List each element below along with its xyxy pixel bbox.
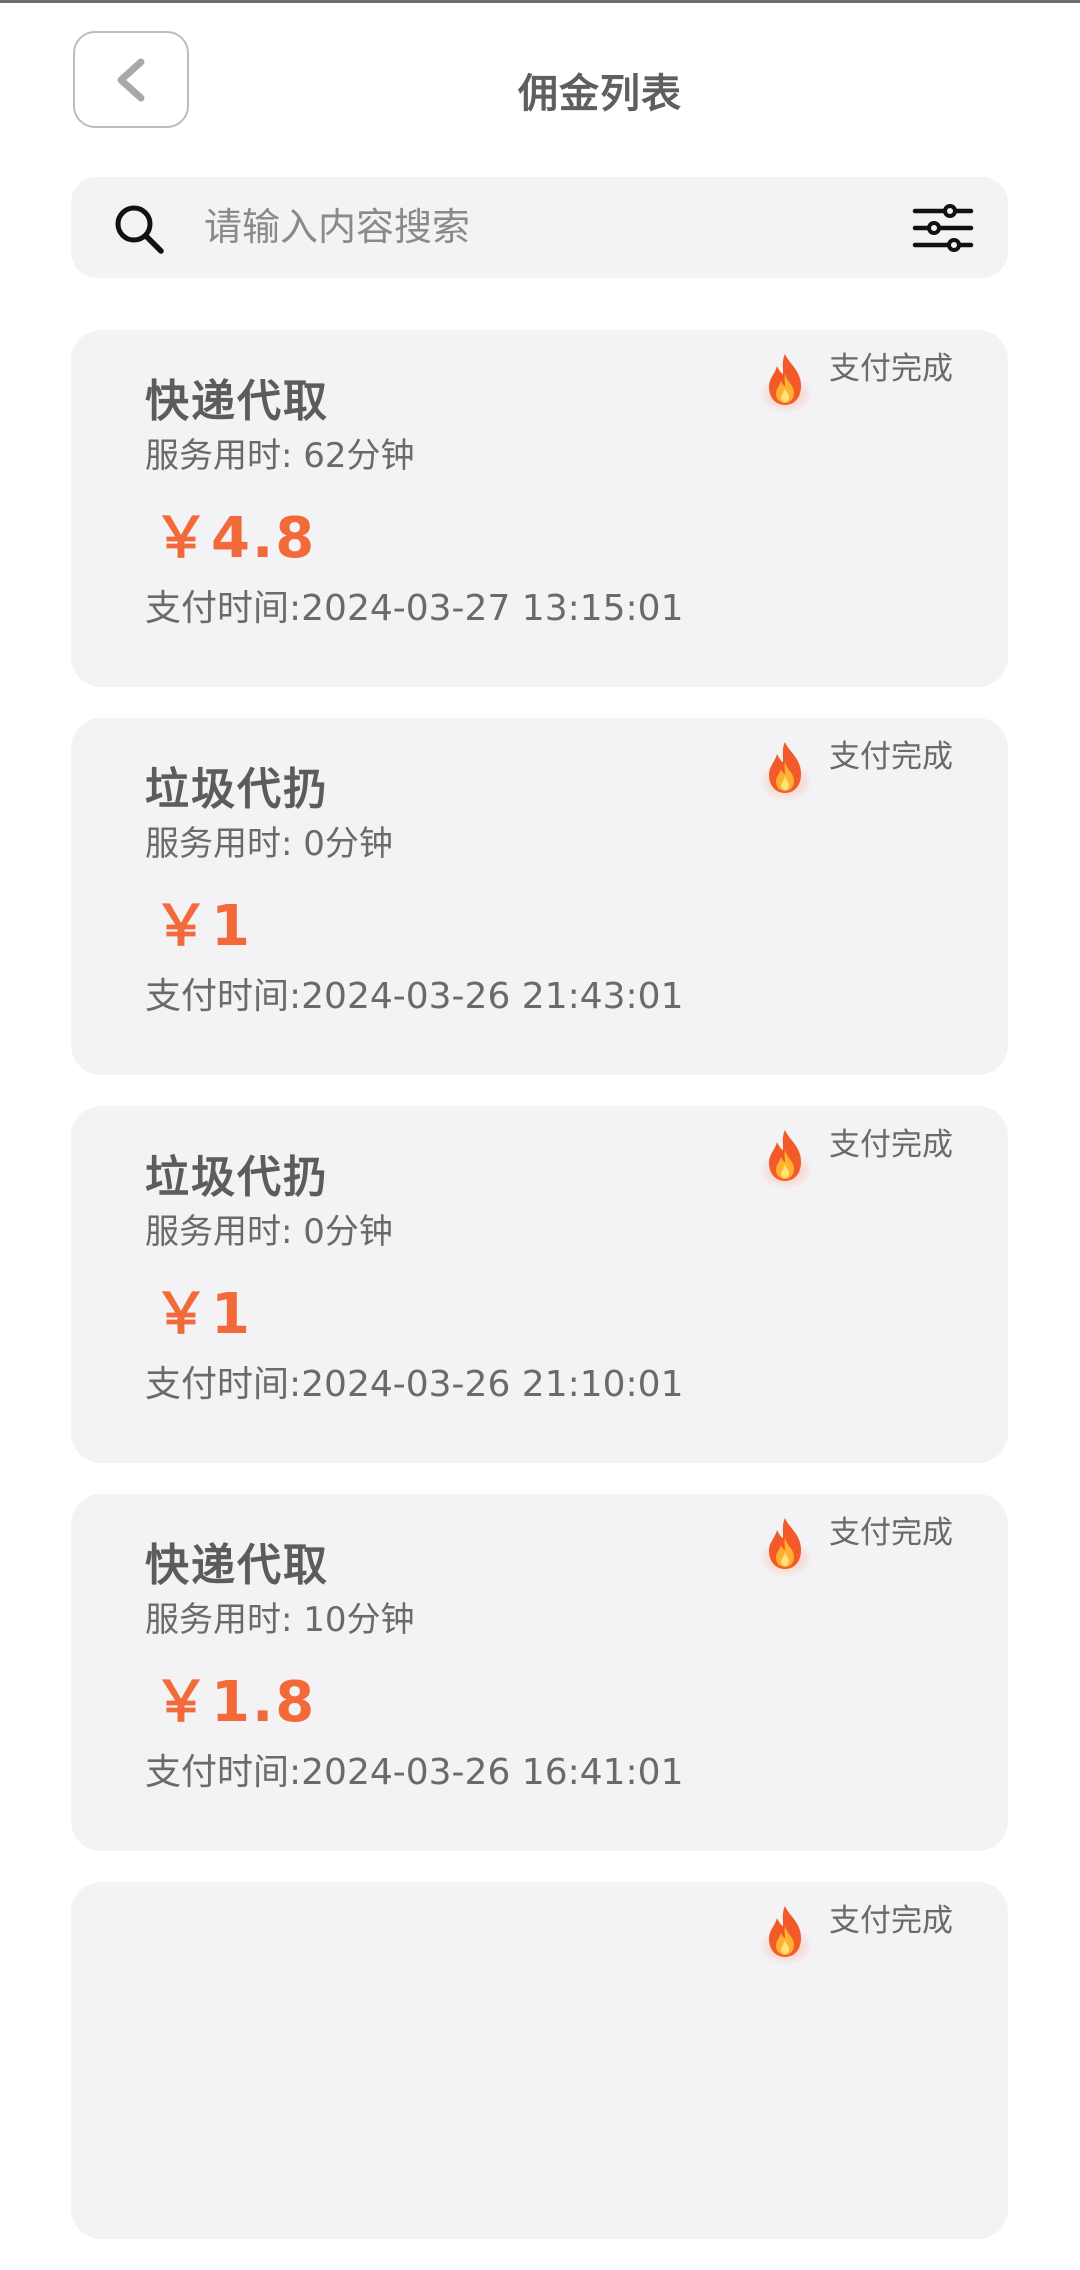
commission-price: ￥1: [153, 894, 252, 959]
commission-price: ￥1.8: [153, 1670, 317, 1735]
status-badge: 支付完成: [829, 1515, 953, 1551]
commission-card[interactable]: 支付完成: [71, 1882, 1008, 2239]
service-name: 快递代取: [145, 376, 329, 427]
pay-time: 支付时间:2024-03-26 16:41:01: [145, 1752, 684, 1793]
service-duration: 服务用时: 10分钟: [145, 1600, 415, 1640]
page-title: 佣金列表: [518, 71, 682, 117]
fire-icon: [769, 1518, 801, 1569]
commission-card[interactable]: 支付完成 快递代取 服务用时: 62分钟 ￥4.8 支付时间:2024-03-2…: [71, 330, 1008, 687]
service-name: 快递代取: [145, 1540, 329, 1591]
service-duration: 服务用时: 0分钟: [145, 824, 393, 864]
pay-time: 支付时间:2024-03-26 21:10:01: [145, 1364, 684, 1405]
pay-time: 支付时间:2024-03-27 13:15:01: [145, 588, 684, 629]
service-duration: 服务用时: 0分钟: [145, 1212, 393, 1252]
status-badge: 支付完成: [829, 739, 953, 775]
fire-icon: [769, 1130, 801, 1181]
service-name: 垃圾代扔: [145, 764, 329, 815]
commission-list: 支付完成 快递代取 服务用时: 62分钟 ￥4.8 支付时间:2024-03-2…: [71, 330, 1008, 2270]
fire-icon: [769, 742, 801, 793]
commission-card[interactable]: 支付完成 垃圾代扔 服务用时: 0分钟 ￥1 支付时间:2024-03-26 2…: [71, 718, 1008, 1075]
service-duration: 服务用时: 62分钟: [145, 436, 415, 476]
commission-card[interactable]: 支付完成 垃圾代扔 服务用时: 0分钟 ￥1 支付时间:2024-03-26 2…: [71, 1106, 1008, 1463]
search-input[interactable]: [204, 195, 824, 259]
sliders-filter-icon[interactable]: [912, 203, 974, 253]
pay-time: 支付时间:2024-03-26 21:43:01: [145, 976, 684, 1017]
fire-icon: [769, 354, 801, 405]
fire-icon: [769, 1906, 801, 1957]
commission-price: ￥1: [153, 1282, 252, 1347]
status-badge: 支付完成: [829, 351, 953, 387]
search-icon[interactable]: [111, 201, 167, 257]
status-badge: 支付完成: [829, 1127, 953, 1163]
status-badge: 支付完成: [829, 1903, 953, 1939]
commission-price: ￥4.8: [153, 506, 317, 571]
service-name: 垃圾代扔: [145, 1152, 329, 1203]
commission-card[interactable]: 支付完成 快递代取 服务用时: 10分钟 ￥1.8 支付时间:2024-03-2…: [71, 1494, 1008, 1851]
search-bar: [71, 177, 1008, 278]
top-divider: [0, 0, 1080, 3]
